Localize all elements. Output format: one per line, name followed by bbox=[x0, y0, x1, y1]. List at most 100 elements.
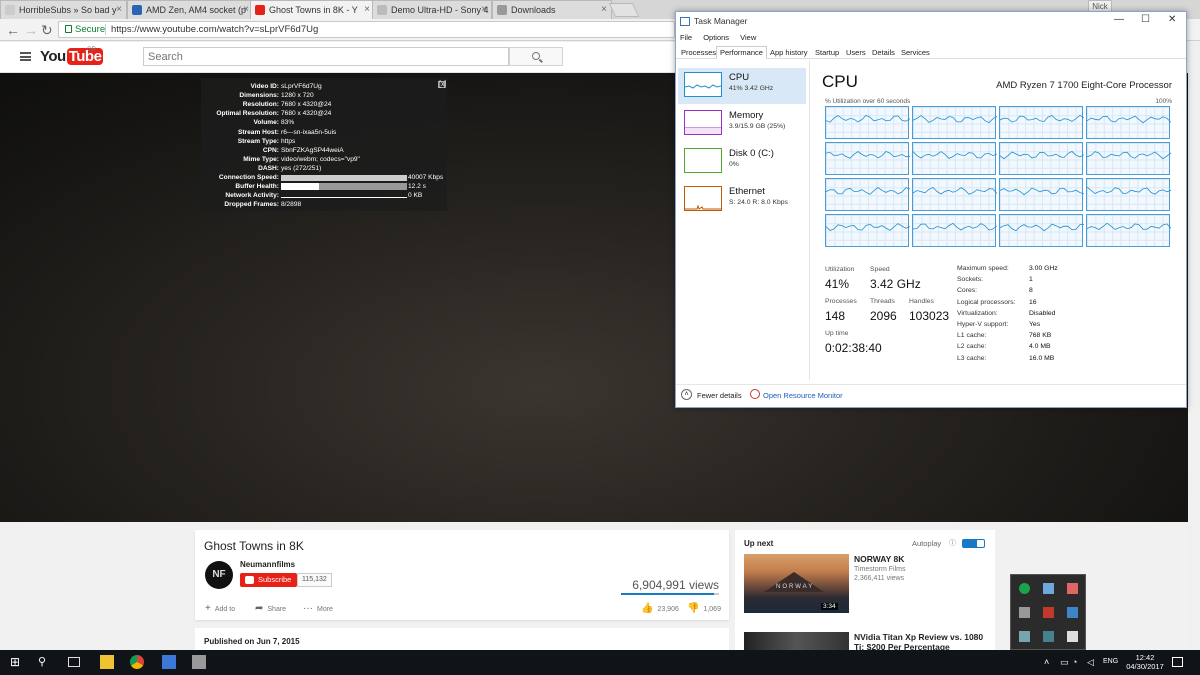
page-icon bbox=[5, 5, 15, 15]
uptime-label: Up time bbox=[825, 330, 849, 337]
video-info-card: Ghost Towns in 8K NF Neumannfilms Subscr… bbox=[195, 530, 729, 620]
amd-icon[interactable] bbox=[1043, 607, 1054, 618]
dislike-button[interactable]: 👎 1,069 bbox=[687, 603, 721, 614]
url-field[interactable]: Secure https://www.youtube.com/watch?v=s… bbox=[58, 21, 675, 38]
up-next-views: 2,366,411 views bbox=[854, 575, 905, 582]
cpu-usage-line bbox=[1000, 223, 1084, 232]
shield-icon[interactable] bbox=[1019, 583, 1030, 594]
more-button[interactable]: ··· More bbox=[303, 603, 333, 614]
cpu-usage-line bbox=[1000, 114, 1084, 123]
tab-startup[interactable]: Startup bbox=[812, 47, 842, 59]
menu-options[interactable]: Options bbox=[703, 33, 729, 42]
up-next-video-title[interactable]: NORWAY 8K bbox=[854, 554, 904, 564]
share-button[interactable]: ➦ Share bbox=[255, 603, 286, 614]
fewer-details-link[interactable]: Fewer details bbox=[697, 391, 742, 400]
spec-value: 8 bbox=[1029, 287, 1033, 295]
stats-bar bbox=[281, 197, 407, 199]
page-scrollbar[interactable] bbox=[1188, 42, 1200, 650]
lock-icon bbox=[65, 25, 72, 33]
resource-ethernet[interactable]: Ethernet S: 24.0 R: 8.0 Kbps bbox=[678, 182, 806, 218]
stats-value: 12.2 s bbox=[408, 183, 426, 191]
info-icon[interactable]: ⓘ bbox=[949, 538, 956, 548]
chrome-icon[interactable] bbox=[130, 655, 144, 669]
tab-downloads[interactable]: Downloads × bbox=[492, 0, 612, 19]
tab-services[interactable]: Services bbox=[898, 47, 933, 59]
resource-memory[interactable]: Memory 3.9/15.9 GB (25%) bbox=[678, 106, 806, 142]
close-icon[interactable]: × bbox=[116, 1, 122, 19]
notifications-icon[interactable] bbox=[1172, 657, 1183, 667]
tab-app-history[interactable]: App history bbox=[767, 47, 811, 59]
new-tab-button[interactable] bbox=[608, 3, 640, 17]
app-icon[interactable] bbox=[1067, 583, 1078, 594]
drive-icon[interactable] bbox=[1043, 583, 1054, 594]
video-thumbnail[interactable] bbox=[744, 632, 849, 650]
logical-processor-graph bbox=[912, 178, 997, 211]
volume-icon[interactable]: ◁ bbox=[1087, 655, 1101, 669]
stats-value: 0 KB bbox=[408, 192, 423, 200]
close-icon[interactable]: ✕ bbox=[1168, 14, 1176, 25]
back-icon[interactable]: ← bbox=[6, 22, 20, 38]
chevron-up-icon[interactable]: ˄ bbox=[681, 389, 692, 400]
printer-icon[interactable] bbox=[1067, 607, 1078, 618]
menu-view[interactable]: View bbox=[740, 33, 756, 42]
close-icon[interactable]: × bbox=[601, 1, 607, 19]
tab-amd-zen[interactable]: AMD Zen, AM4 socket (p × bbox=[127, 0, 254, 19]
amd-icon bbox=[132, 5, 142, 15]
channel-name[interactable]: Neumannfilms bbox=[240, 560, 295, 569]
close-icon[interactable]: × bbox=[364, 1, 370, 19]
logical-processor-graph bbox=[912, 214, 997, 247]
subscribe-button[interactable]: Subscribe bbox=[240, 573, 298, 587]
tab-performance[interactable]: Performance bbox=[716, 46, 767, 59]
clock[interactable]: 12:42 04/30/2017 bbox=[1126, 653, 1164, 671]
tab-demo-ultra-hd[interactable]: Demo Ultra-HD - Sony 4 × bbox=[372, 0, 492, 19]
logical-processor-graph bbox=[1086, 214, 1171, 247]
maximize-icon[interactable]: ☐ bbox=[1141, 14, 1150, 25]
chevron-up-icon[interactable]: ˄ bbox=[1044, 655, 1058, 669]
stats-label: Network Activity: bbox=[225, 192, 279, 200]
task-manager-icon[interactable] bbox=[192, 655, 206, 669]
spec-label: L3 cache: bbox=[957, 354, 987, 362]
search-button[interactable] bbox=[509, 47, 563, 66]
bluetooth-icon[interactable] bbox=[1043, 631, 1054, 642]
resource-value: 41% 3.42 GHz bbox=[729, 85, 774, 92]
windows-start-icon[interactable]: ⊞ bbox=[10, 655, 24, 669]
add-to-button[interactable]: + Add to bbox=[205, 603, 235, 614]
like-button[interactable]: 👍 23,906 bbox=[641, 603, 679, 614]
menu-icon[interactable] bbox=[20, 52, 31, 61]
reload-icon[interactable]: ↻ bbox=[41, 22, 53, 38]
wifi-icon[interactable]: ◔ bbox=[1072, 655, 1086, 669]
open-resource-monitor-link[interactable]: Open Resource Monitor bbox=[763, 391, 843, 400]
stats-value: sLprVF6d7Ug bbox=[281, 83, 322, 90]
up-next-panel: Up next Autoplay ⓘ NORWAY 3:34 NORWAY 8K… bbox=[735, 530, 995, 652]
network-icon[interactable] bbox=[1019, 607, 1030, 618]
forward-icon[interactable]: → bbox=[24, 22, 38, 38]
search-icon[interactable]: ⚲ bbox=[38, 655, 52, 669]
minimize-icon[interactable]: — bbox=[1114, 14, 1124, 25]
tab-users[interactable]: Users bbox=[843, 47, 869, 59]
tab-processes[interactable]: Processes bbox=[678, 47, 719, 59]
tab-horriblesubs[interactable]: HorribleSubs » So bad y × bbox=[0, 0, 127, 19]
stats-value: r6---sn-ixaa5n-5uis bbox=[281, 128, 337, 136]
resource-cpu[interactable]: CPU 41% 3.42 GHz bbox=[678, 68, 806, 104]
language-indicator[interactable]: ENG bbox=[1103, 658, 1118, 665]
close-icon[interactable]: × bbox=[243, 1, 249, 19]
autoplay-toggle[interactable] bbox=[962, 539, 985, 548]
search-input[interactable] bbox=[143, 47, 509, 66]
cloud-icon[interactable] bbox=[1019, 631, 1030, 642]
speed-value: 3.42 GHz bbox=[870, 277, 921, 291]
stats-row: Volume: 83% bbox=[201, 118, 447, 127]
spec-value: Disabled bbox=[1029, 309, 1056, 317]
ethernet-mini-line bbox=[685, 204, 721, 210]
app-icon[interactable] bbox=[1067, 631, 1078, 642]
tab-details[interactable]: Details bbox=[869, 47, 898, 59]
title-bar[interactable]: Task Manager — ☐ ✕ bbox=[676, 12, 1186, 32]
file-explorer-icon[interactable] bbox=[100, 655, 114, 669]
close-icon[interactable]: × bbox=[481, 1, 487, 19]
task-view-icon[interactable] bbox=[68, 657, 80, 667]
app-icon[interactable] bbox=[162, 655, 176, 669]
resource-disk[interactable]: Disk 0 (C:) 0% bbox=[678, 144, 806, 180]
menu-file[interactable]: File bbox=[680, 33, 692, 42]
channel-avatar[interactable]: NF bbox=[205, 561, 233, 589]
tab-ghost-towns[interactable]: Ghost Towns in 8K - Y × bbox=[250, 0, 375, 19]
up-next-video-title[interactable]: NVidia Titan Xp Review vs. 1080 Ti: $200… bbox=[854, 632, 994, 652]
